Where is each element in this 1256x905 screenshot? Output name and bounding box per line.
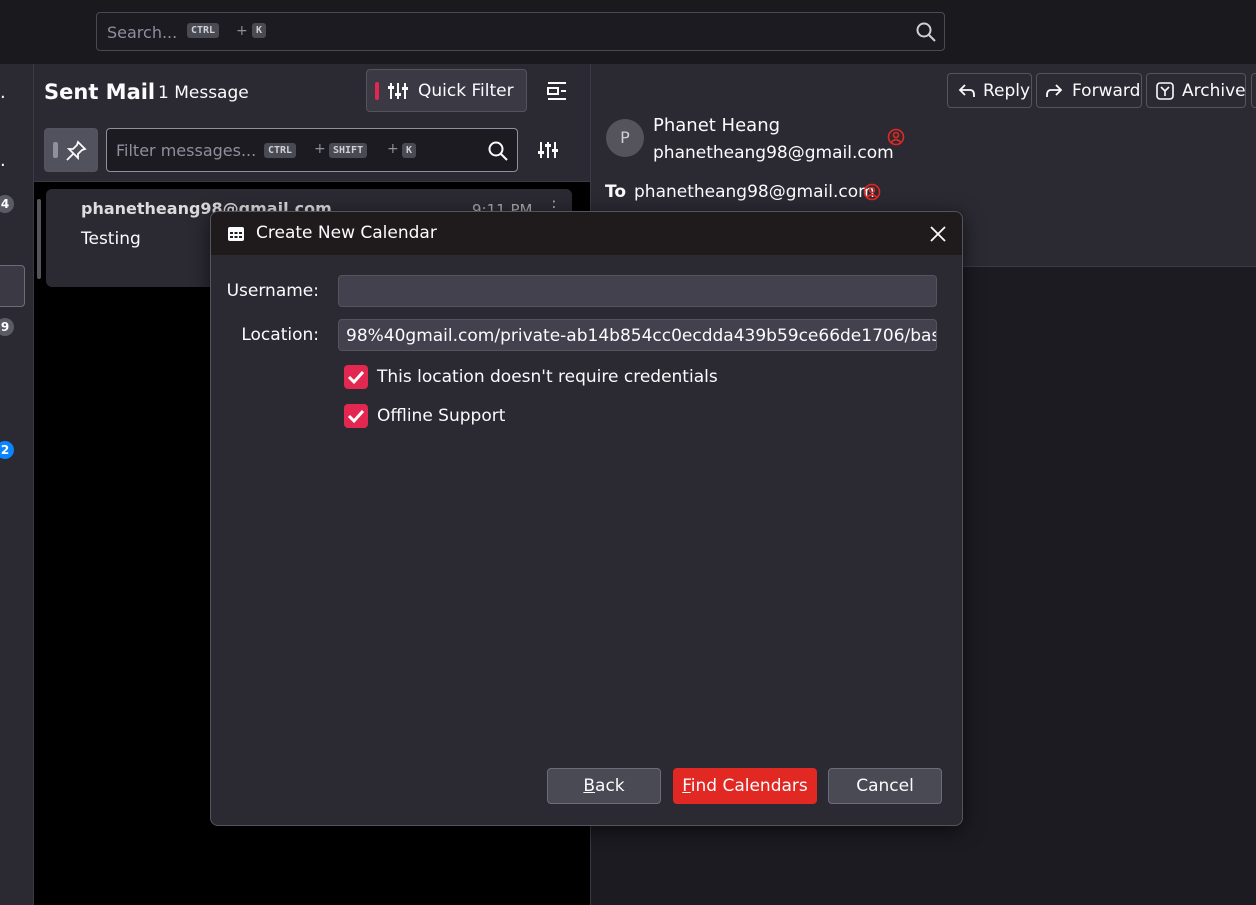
username-label: Username: <box>226 281 319 301</box>
forward-button[interactable]: Forward <box>1036 73 1142 108</box>
close-icon[interactable] <box>929 225 947 243</box>
archive-icon <box>1156 82 1174 100</box>
username-input[interactable] <box>338 275 937 307</box>
add-contact-icon[interactable] <box>887 128 905 146</box>
filter-indicator <box>375 82 379 100</box>
dialog-titlebar[interactable]: Create New Calendar <box>211 212 962 255</box>
search-icon[interactable] <box>915 21 937 43</box>
unread-badge: 2 <box>0 441 14 459</box>
folder-pane: . . 4 9 2 <box>0 64 34 905</box>
forward-label: Forward <box>1072 81 1141 101</box>
no-credentials-checkbox[interactable] <box>344 365 368 389</box>
folder-dot: . <box>0 150 6 171</box>
pin-icon <box>66 140 87 161</box>
location-input[interactable]: 98%40gmail.com/private-ab14b854cc0ecdda4… <box>338 319 937 351</box>
archive-button[interactable]: Archive <box>1146 73 1246 108</box>
offline-support-checkbox[interactable] <box>344 404 368 428</box>
to-label: To <box>605 182 627 202</box>
scrollbar-thumb[interactable] <box>37 199 41 279</box>
reply-icon <box>958 84 975 97</box>
shortcut-key: K <box>252 23 267 38</box>
find-accesskey: F <box>682 776 691 796</box>
shortcut-key: K <box>402 143 417 158</box>
message-list-header: Sent Mail 1 Message Quick Filter Filter … <box>34 64 590 182</box>
recipient-email[interactable]: phanetheang98@gmail.com <box>634 182 875 202</box>
shortcut-key: CTRL <box>187 23 220 38</box>
filter-options-icon[interactable] <box>537 140 559 160</box>
message-subject: Testing <box>81 229 141 249</box>
back-accesskey: B <box>583 776 596 796</box>
checkmark-icon <box>347 409 365 424</box>
shortcut-plus: + <box>236 23 248 39</box>
back-button[interactable]: Back <box>547 768 661 804</box>
checkmark-icon <box>347 370 365 385</box>
folder-title: Sent Mail <box>44 80 156 104</box>
create-calendar-dialog: Create New Calendar Username: Location: … <box>210 211 963 826</box>
search-placeholder: Search... <box>107 23 178 42</box>
add-contact-icon[interactable] <box>863 183 881 201</box>
search-icon <box>488 141 508 161</box>
more-header-button[interactable] <box>1251 73 1256 108</box>
sliders-icon <box>388 83 408 99</box>
filter-placeholder: Filter messages... <box>116 141 257 160</box>
list-display-options-icon[interactable] <box>546 80 568 102</box>
shortcut-plus: + <box>387 141 399 157</box>
find-calendars-button[interactable]: Find Calendars <box>673 768 817 804</box>
dialog-title: Create New Calendar <box>256 223 437 243</box>
calendar-icon <box>228 227 244 241</box>
selected-folder[interactable] <box>0 265 25 307</box>
shortcut-plus: + <box>314 141 326 157</box>
reply-label: Reply <box>983 81 1031 101</box>
reply-button[interactable]: Reply <box>947 73 1032 108</box>
sender-email[interactable]: phanetheang98@gmail.com <box>653 143 894 163</box>
global-search-input[interactable]: Search... CTRL + K <box>96 12 945 51</box>
find-calendars-label: ind Calendars <box>690 776 808 796</box>
forward-icon <box>1046 84 1063 97</box>
location-label: Location: <box>241 325 319 345</box>
archive-label: Archive <box>1182 81 1246 101</box>
location-value: 98%40gmail.com/private-ab14b854cc0ecdda4… <box>346 326 937 346</box>
back-label: ack <box>595 776 625 796</box>
folder-dot: . <box>0 82 6 103</box>
shortcut-key: CTRL <box>264 143 297 158</box>
pin-toggle-indicator <box>53 142 58 158</box>
avatar: P <box>606 119 644 157</box>
no-credentials-label[interactable]: This location doesn't require credential… <box>377 367 718 387</box>
filter-messages-input[interactable]: Filter messages... CTRL + SHIFT + K <box>106 128 518 172</box>
unread-badge: 9 <box>0 318 14 336</box>
unread-badge: 4 <box>0 195 14 213</box>
shortcut-key: SHIFT <box>329 143 368 158</box>
quick-filter-button[interactable]: Quick Filter <box>366 69 527 112</box>
cancel-button[interactable]: Cancel <box>828 768 942 804</box>
pin-filter-button[interactable] <box>44 128 98 172</box>
sender-name[interactable]: Phanet Heang <box>653 115 780 136</box>
message-count: 1 Message <box>158 83 249 103</box>
offline-support-label[interactable]: Offline Support <box>377 406 505 426</box>
quick-filter-label: Quick Filter <box>418 81 514 101</box>
top-toolbar: Search... CTRL + K <box>0 0 1256 64</box>
